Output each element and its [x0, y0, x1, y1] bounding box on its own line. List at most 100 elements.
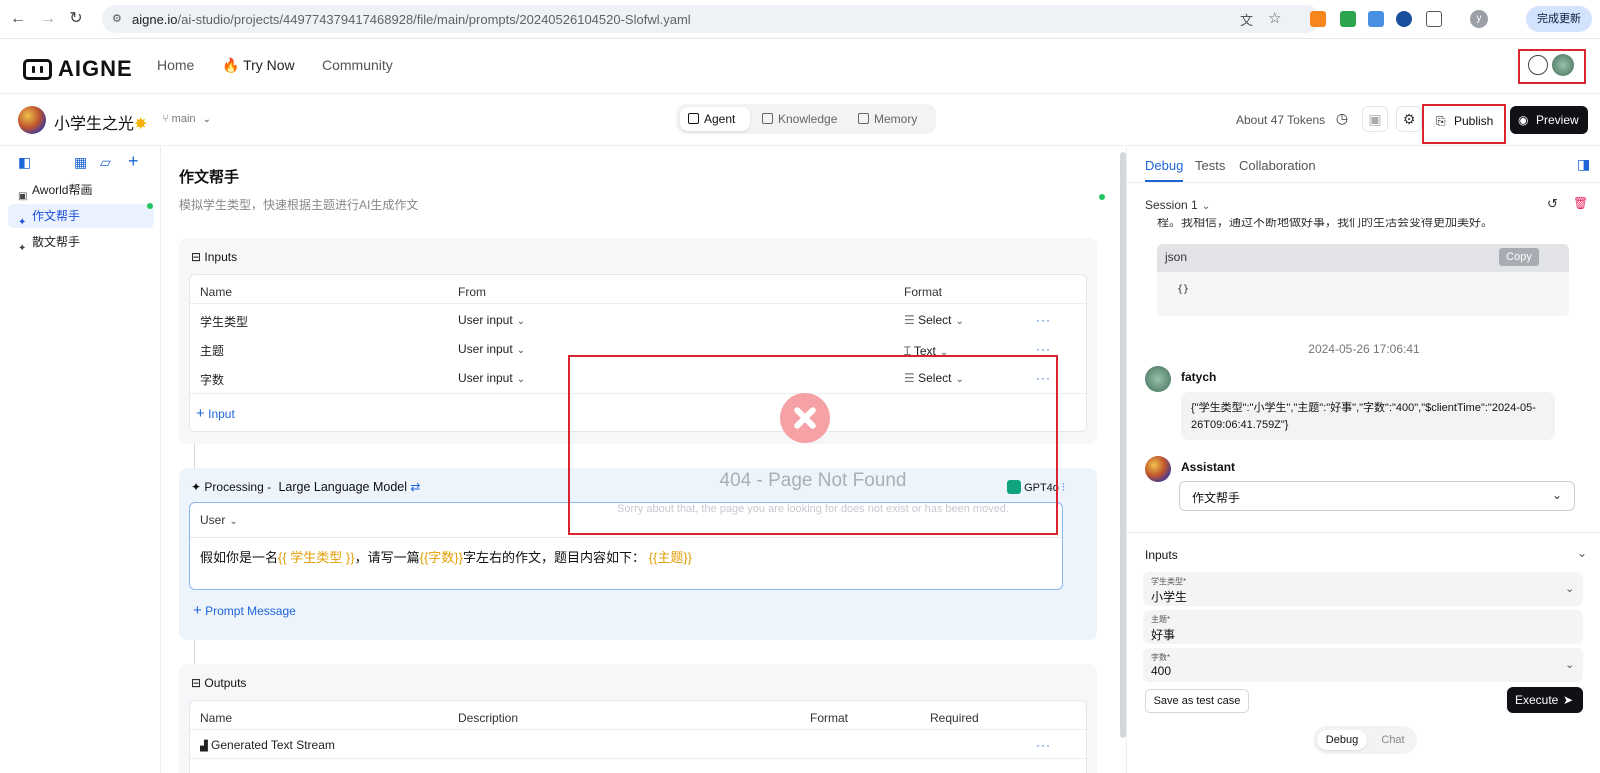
- divider: [190, 729, 1088, 730]
- panel-toggle-icon[interactable]: ◨: [1577, 156, 1590, 173]
- agent-title[interactable]: 作文帮手: [179, 166, 239, 187]
- more-menu-icon[interactable]: ⋮: [1594, 10, 1600, 27]
- history-icon[interactable]: ◷: [1329, 106, 1355, 132]
- output-name[interactable]: ▟ Generated Text Stream: [200, 738, 335, 752]
- chevron-down-icon[interactable]: ⌄: [1577, 546, 1587, 560]
- error-message: Sorry about that, the page you are looki…: [617, 503, 1009, 515]
- field-value: 400: [1151, 664, 1172, 678]
- check-extension-icon[interactable]: [1396, 11, 1412, 27]
- update-button[interactable]: 完成更新: [1526, 6, 1592, 32]
- field-label: 主题*: [1151, 615, 1171, 624]
- knowledge-icon: [762, 113, 773, 124]
- chevron-down-icon: ⌄: [229, 516, 238, 527]
- project-name[interactable]: 小学生之光✸: [54, 110, 147, 134]
- extension-icon[interactable]: [1340, 11, 1356, 27]
- topic-field[interactable]: 主题* 好事: [1143, 610, 1583, 644]
- swap-icon[interactable]: ⇄: [410, 480, 420, 494]
- tab-debug[interactable]: Debug: [1145, 158, 1183, 173]
- tab-collaboration[interactable]: Collaboration: [1239, 158, 1316, 173]
- execute-button[interactable]: Execute ➤: [1507, 687, 1583, 713]
- role-select[interactable]: User ⌄: [200, 513, 238, 527]
- tab-knowledge[interactable]: Knowledge: [754, 107, 846, 131]
- view-switcher: Agent Knowledge Memory: [676, 104, 936, 134]
- delete-icon[interactable]: 🗑: [1573, 196, 1588, 210]
- publish-icon: ⎘: [1436, 114, 1446, 128]
- assistant-avatar: [1145, 456, 1171, 482]
- row-more-icon[interactable]: ···: [1036, 313, 1051, 327]
- save-test-case-button[interactable]: Save as test case: [1145, 689, 1249, 713]
- input-from-select[interactable]: User input ⌄: [458, 313, 525, 327]
- tab-memory-label: Memory: [874, 112, 918, 126]
- input-name[interactable]: 字数: [200, 371, 224, 388]
- input-from-value: User input: [458, 342, 513, 356]
- translate-icon[interactable]: 文: [1240, 10, 1253, 29]
- field-label: 学生类型*: [1151, 577, 1187, 586]
- chevron-down-icon: ⌄: [1565, 583, 1575, 595]
- user-avatar[interactable]: [1552, 54, 1574, 76]
- aigne-logo[interactable]: AIGNE: [23, 56, 133, 82]
- student-type-field[interactable]: 学生类型* 小学生 ⌄: [1143, 572, 1583, 606]
- sidebar-item-aworld[interactable]: ▣ Aworld帮画: [8, 178, 154, 202]
- message-text-truncated: 程。我相信，通过不断地做好事，我们的生活会变得更加美好。: [1157, 218, 1494, 229]
- branch-selector[interactable]: ⑂ main ⌄: [162, 113, 211, 125]
- agent-description[interactable]: 模拟学生类型，快速根据主题进行AI生成作文: [179, 196, 418, 213]
- outputs-card: ⊟ Outputs Name Description Format Requir…: [179, 664, 1097, 773]
- divider: [1127, 532, 1600, 533]
- metamask-extension-icon[interactable]: [1310, 11, 1326, 27]
- word-count-field[interactable]: 字数* 400 ⌄: [1143, 648, 1583, 682]
- user-message: {"学生类型":"小学生","主题":"好事","字数":"400","$cli…: [1181, 392, 1555, 440]
- sparkle-icon: ✦: [18, 243, 27, 254]
- back-icon[interactable]: ←: [8, 9, 28, 29]
- tab-tests[interactable]: Tests: [1195, 158, 1225, 173]
- new-file-icon[interactable]: ▦: [74, 154, 87, 171]
- sidebar-item-prose[interactable]: ✦ 散文帮手: [8, 230, 154, 254]
- tab-agent[interactable]: Agent: [680, 107, 750, 131]
- divider: [190, 537, 1062, 538]
- prompt-text[interactable]: 假如你是一名{{ 学生类型 }}，请写一篇{{字数}}字左右的作文，题目内容如下…: [200, 547, 692, 566]
- mode-chat[interactable]: Chat: [1373, 730, 1413, 750]
- site-info-icon[interactable]: ⚙: [112, 12, 122, 25]
- status-dot: [1099, 194, 1105, 200]
- add-prompt-message-button[interactable]: + Prompt Message: [193, 602, 296, 619]
- forward-icon[interactable]: →: [38, 9, 58, 29]
- add-icon[interactable]: +: [128, 151, 139, 172]
- reload-icon[interactable]: ↻: [66, 9, 86, 29]
- nav-try-now[interactable]: 🔥 Try Now: [222, 57, 295, 74]
- fire-icon: 🔥: [222, 57, 240, 73]
- input-format-select[interactable]: ☰ Select ⌄: [904, 313, 964, 327]
- input-from-select[interactable]: User input ⌄: [458, 342, 525, 356]
- add-prompt-label: Prompt Message: [205, 604, 296, 618]
- input-name[interactable]: 学生类型: [200, 313, 248, 330]
- preview-button[interactable]: ◉ Preview: [1510, 106, 1588, 134]
- nav-home[interactable]: Home: [157, 57, 194, 73]
- extension-icon[interactable]: [1368, 11, 1384, 27]
- sidebar-item-composition[interactable]: ✦ 作文帮手: [8, 204, 154, 228]
- row-more-icon[interactable]: ···: [1036, 342, 1051, 356]
- address-bar[interactable]: ⚙ aigne.io/ai-studio/projects/4497743794…: [102, 5, 1320, 33]
- copy-button[interactable]: Copy: [1499, 248, 1539, 266]
- input-name[interactable]: 主题: [200, 342, 224, 359]
- save-icon[interactable]: ▣: [1362, 106, 1388, 132]
- connector-line: [194, 640, 195, 664]
- session-select[interactable]: Session 1 ⌄: [1145, 198, 1210, 212]
- row-more-icon[interactable]: ···: [1036, 738, 1051, 752]
- session-history-icon[interactable]: ↺: [1547, 196, 1558, 212]
- add-input-button[interactable]: + Input: [196, 405, 235, 422]
- bookmark-star-icon[interactable]: ☆: [1268, 9, 1281, 27]
- assistant-select[interactable]: 作文帮手 ⌄: [1179, 481, 1575, 511]
- input-from-select[interactable]: User input ⌄: [458, 371, 525, 385]
- output-box-icon: ⊟: [191, 676, 202, 690]
- profile-avatar[interactable]: y: [1470, 10, 1488, 28]
- new-folder-icon[interactable]: ▱: [100, 154, 111, 171]
- field-label: 字数*: [1151, 653, 1171, 662]
- settings-icon[interactable]: ⚙: [1396, 106, 1422, 132]
- puzzle-extensions-icon[interactable]: [1426, 11, 1442, 27]
- nav-community[interactable]: Community: [322, 57, 393, 73]
- globe-icon[interactable]: [1528, 55, 1548, 75]
- sparkle-icon: ✦: [191, 480, 202, 494]
- column-header: From: [458, 285, 486, 299]
- mode-debug[interactable]: Debug: [1317, 730, 1367, 750]
- publish-button[interactable]: ⎘ Publish: [1428, 108, 1502, 134]
- panel-toggle-icon[interactable]: ◧: [18, 154, 31, 171]
- tab-memory[interactable]: Memory: [850, 107, 932, 131]
